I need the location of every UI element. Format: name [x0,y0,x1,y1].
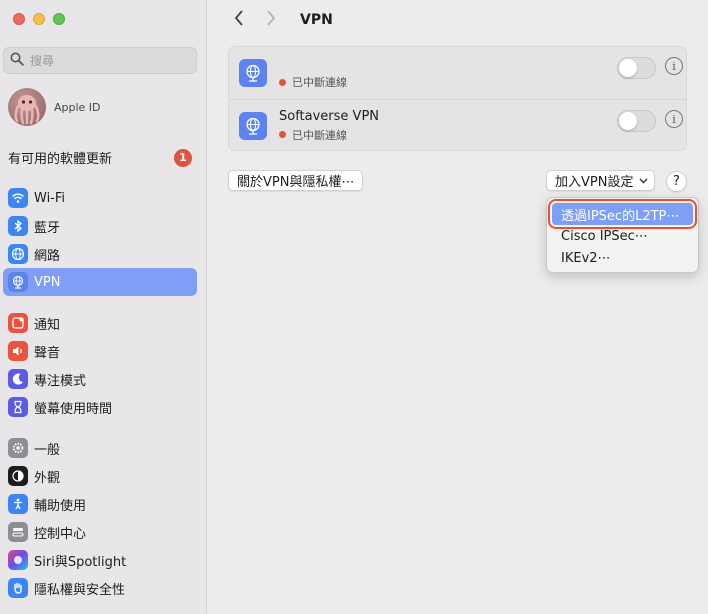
software-update-label: 有可用的軟體更新 [8,152,113,167]
back-button[interactable] [228,9,250,31]
sidebar-item-label: 網路 [34,248,61,264]
add-vpn-menu: 透過IPSec的L2TP⋯ Cisco IPSec⋯ IKEv2⋯ [546,197,699,273]
sidebar: Apple ID 有可用的軟體更新 1 Wi-Fi 藍牙 網路 VPN 通知 [0,0,207,614]
vpn-toggle[interactable] [617,57,656,79]
sidebar-item-privacy-security[interactable]: 隱私權與安全性 [3,574,197,602]
nav-group-notifications: 通知 聲音 專注模式 螢幕使用時間 [3,309,197,421]
wifi-icon [8,188,28,208]
bluetooth-icon [8,216,28,236]
minimize-window-button[interactable] [33,13,45,25]
vpn-status-text: 已中斷連線 [292,128,347,142]
zoom-window-button[interactable] [53,13,65,25]
sidebar-item-label: Siri與Spotlight [34,554,127,570]
search-field[interactable] [3,47,197,74]
software-update-item[interactable]: 有可用的軟體更新 1 [8,148,192,167]
close-window-button[interactable] [13,13,25,25]
add-vpn-config-button[interactable]: 加入VPN設定 [546,170,656,191]
chevron-down-icon [633,173,648,188]
sidebar-item-label: VPN [34,274,61,290]
nav-group-network: Wi-Fi 藍牙 網路 VPN [3,184,197,296]
hand-icon [8,578,28,598]
vpn-row[interactable]: Softaverse VPN 已中斷連線 i [229,99,686,151]
update-count-badge: 1 [174,148,192,167]
search-icon [10,52,24,70]
sidebar-item-vpn[interactable]: VPN [3,268,197,296]
search-input[interactable] [30,53,180,68]
info-button[interactable]: i [665,57,683,75]
info-icon: i [672,59,676,73]
vpn-status-text: 已中斷連線 [292,76,347,89]
nav-group-general: 一般 外觀 輔助使用 控制中心 Siri與Spotlight 隱私權與安全性 [3,434,197,602]
sidebar-item-label: Wi-Fi [34,190,66,206]
gear-icon [8,438,28,458]
sidebar-item-label: 一般 [34,442,61,458]
info-button[interactable]: i [665,110,683,128]
vpn-list: 已中斷連線 i Softaverse VPN 已中斷連線 i [228,46,687,151]
sidebar-item-label: 螢幕使用時間 [34,401,113,417]
chevron-left-icon [234,10,244,30]
accessibility-icon [8,494,28,514]
main-content: VPN 已中斷連線 i Softaverse VPN 已中斷連線 i 關於VPN… [208,0,708,614]
toolbar: VPN [228,8,333,32]
appearance-icon [8,466,28,486]
sidebar-item-label: 通知 [34,317,61,333]
chevron-right-icon [266,10,276,30]
sidebar-item-screen-time[interactable]: 螢幕使用時間 [3,393,197,421]
avatar [8,88,46,126]
menu-item-ikev2[interactable]: IKEv2⋯ [552,247,693,269]
vpn-globe-icon [239,59,267,87]
toggle-knob [619,112,637,130]
sidebar-item-label: 輔助使用 [34,498,87,514]
sidebar-item-accessibility[interactable]: 輔助使用 [3,490,197,518]
vpn-name: Softaverse VPN [279,108,380,124]
bell-icon [8,313,28,333]
sidebar-item-focus[interactable]: 專注模式 [3,365,197,393]
sidebar-item-bluetooth[interactable]: 藍牙 [3,212,197,240]
sidebar-item-label: 隱私權與安全性 [34,582,126,598]
sidebar-item-siri-spotlight[interactable]: Siri與Spotlight [3,546,197,574]
sidebar-item-control-center[interactable]: 控制中心 [3,518,197,546]
sidebar-item-wifi[interactable]: Wi-Fi [3,184,197,212]
sidebar-item-label: 控制中心 [34,526,87,542]
vpn-globe-icon [239,111,267,140]
sidebar-item-label: 聲音 [34,345,61,361]
status-dot [279,131,286,138]
vpn-globe-icon [8,272,28,292]
siri-icon [8,550,28,570]
toggle-knob [619,59,637,77]
menu-item-cisco-ipsec[interactable]: Cisco IPSec⋯ [552,225,693,247]
sidebar-item-appearance[interactable]: 外觀 [3,462,197,490]
add-vpn-config-label: 加入VPN設定 [555,175,634,190]
page-title: VPN [300,12,333,28]
vpn-status: 已中斷連線 [279,127,379,143]
sidebar-item-general[interactable]: 一般 [3,434,197,462]
hourglass-icon [8,397,28,417]
sidebar-item-sound[interactable]: 聲音 [3,337,197,365]
sidebar-item-notifications[interactable]: 通知 [3,309,197,337]
vpn-privacy-button[interactable]: 關於VPN與隱私權⋯ [228,170,364,191]
apple-id-label: Apple ID [54,100,101,114]
control-center-icon [8,522,28,542]
moon-icon [8,369,28,389]
vpn-status: 已中斷連線 [279,74,347,90]
sidebar-item-network[interactable]: 網路 [3,240,197,268]
window-controls [13,13,65,25]
forward-button[interactable] [260,9,282,31]
vpn-name [279,56,347,71]
help-button[interactable]: ? [666,171,687,192]
vpn-row[interactable]: 已中斷連線 i [229,47,686,99]
speaker-icon [8,341,28,361]
sidebar-item-label: 專注模式 [34,373,87,389]
globe-icon [8,244,28,264]
info-icon: i [672,112,676,126]
status-dot [279,78,286,86]
sidebar-item-label: 藍牙 [34,220,61,236]
menu-item-l2tp-ipsec[interactable]: 透過IPSec的L2TP⋯ [548,199,697,229]
apple-id-item[interactable]: Apple ID [8,88,101,126]
sidebar-item-label: 外觀 [34,470,61,486]
vpn-toggle[interactable] [617,110,656,132]
